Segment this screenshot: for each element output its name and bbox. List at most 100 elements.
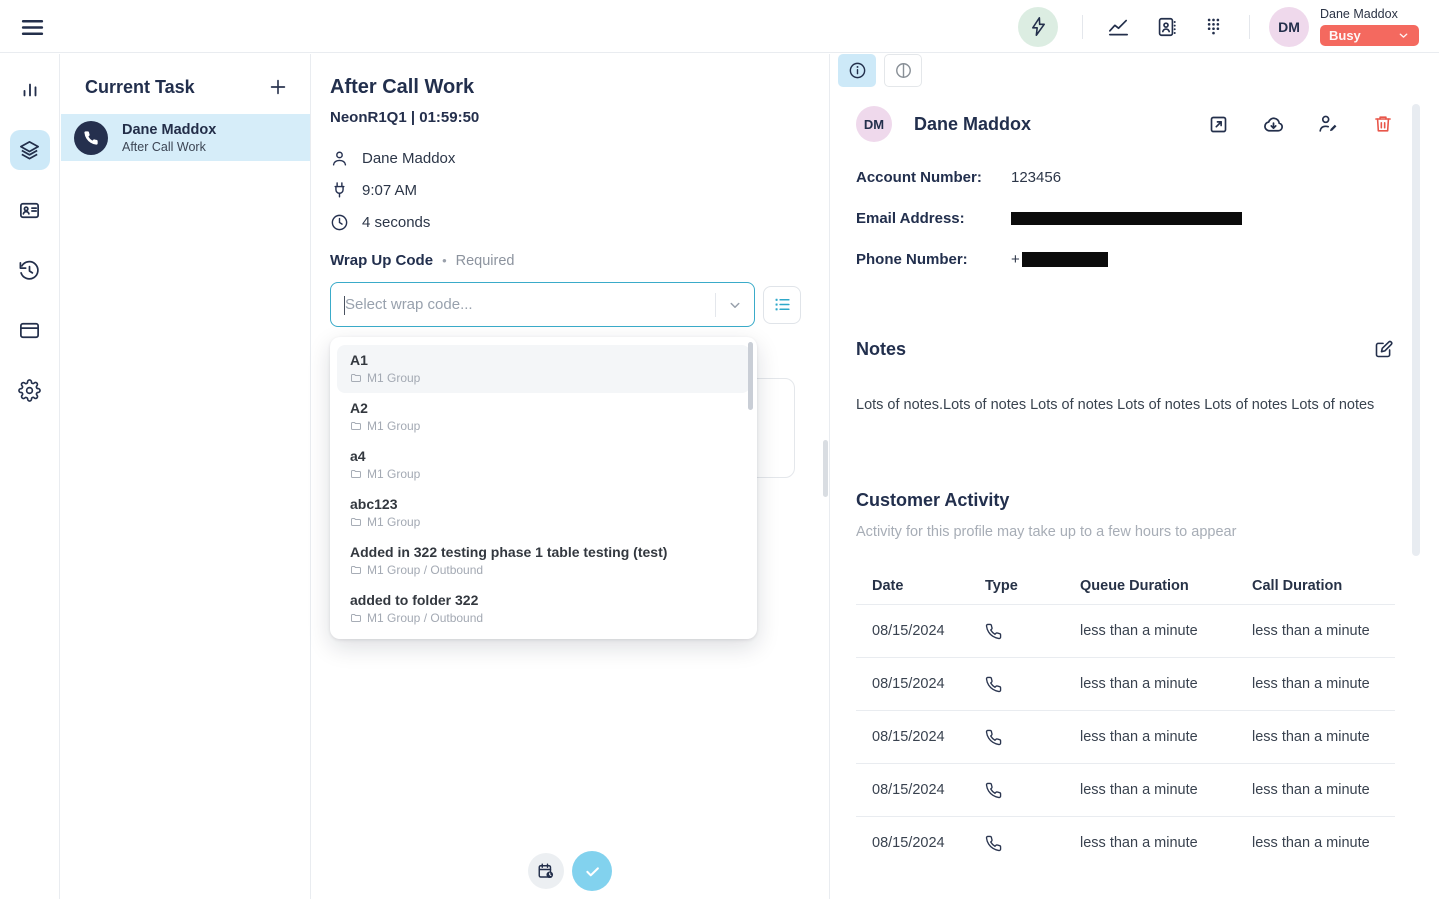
phone-icon — [985, 729, 1002, 746]
table-row[interactable]: 08/15/2024 less than a minute less than … — [856, 763, 1395, 816]
phone-icon — [985, 623, 1002, 640]
table-row[interactable]: 08/15/2024 less than a minute less than … — [856, 816, 1395, 869]
sidebar-item-dashboard[interactable] — [10, 70, 50, 110]
open-profile-button[interactable] — [1206, 112, 1230, 136]
phone-icon — [985, 835, 1002, 852]
lightning-icon — [1028, 16, 1049, 37]
edit-notes-button[interactable] — [1371, 337, 1395, 361]
user-avatar[interactable]: DM — [1269, 7, 1309, 47]
notes-text: Lots of notes.Lots of notes Lots of note… — [856, 395, 1395, 416]
wrap-code-list-button[interactable] — [763, 286, 801, 324]
contact-name: Dane Maddox — [914, 114, 1031, 135]
dialpad-button[interactable] — [1201, 15, 1225, 39]
split-circle-icon — [894, 61, 913, 80]
person-icon — [330, 149, 349, 168]
sidebar-item-browser[interactable] — [10, 310, 50, 350]
download-profile-button[interactable] — [1261, 112, 1285, 136]
window-icon — [18, 319, 41, 342]
profile-scrollbar[interactable] — [1412, 104, 1420, 556]
topbar-actions: DM Dane Maddox Busy — [1018, 0, 1419, 53]
separator: | — [411, 109, 415, 126]
start-time: 9:07 AM — [362, 182, 417, 199]
person-edit-icon — [1317, 113, 1339, 135]
customer-activity-title: Customer Activity — [856, 490, 1395, 511]
edit-contact-button[interactable] — [1316, 112, 1340, 136]
delete-contact-button[interactable] — [1371, 112, 1395, 136]
complete-task-button[interactable] — [572, 851, 612, 891]
phone-prefix: + — [1011, 251, 1020, 268]
wrap-code-option[interactable]: A1 M1 Group — [337, 345, 750, 393]
topbar: DM Dane Maddox Busy — [0, 0, 1439, 53]
wrap-code-input[interactable] — [331, 283, 715, 326]
contacts-directory-button[interactable] — [1154, 15, 1178, 39]
address-book-icon — [1155, 16, 1177, 38]
chevron-down-icon — [726, 296, 744, 314]
account-number-label: Account Number: — [856, 169, 1011, 186]
wrap-code-option[interactable]: added to folder 322 M1 Group / Outbound — [330, 585, 757, 633]
schedule-callback-button[interactable] — [528, 853, 564, 889]
panel-scrollbar[interactable] — [823, 440, 828, 497]
table-row[interactable]: 08/15/2024 less than a minute less than … — [856, 710, 1395, 763]
folder-icon — [350, 516, 362, 528]
gear-icon — [18, 379, 41, 402]
profile-tabs — [838, 54, 922, 87]
external-link-icon — [1208, 114, 1229, 135]
call-duration: 4 seconds — [362, 214, 430, 231]
text-caret — [344, 296, 345, 315]
select-chevron-button[interactable] — [716, 296, 754, 314]
hamburger-menu-button[interactable] — [18, 13, 46, 41]
info-icon — [848, 61, 867, 80]
status-dropdown[interactable]: Busy — [1320, 25, 1419, 46]
table-row[interactable]: 08/15/2024 less than a minute less than … — [856, 604, 1395, 657]
column-date: Date — [856, 578, 985, 594]
table-row[interactable]: 08/15/2024 less than a minute less than … — [856, 657, 1395, 710]
column-type: Type — [985, 578, 1080, 594]
contact-card-icon — [18, 199, 41, 222]
add-task-button[interactable] — [266, 75, 290, 99]
plug-icon — [330, 181, 349, 200]
notes-title: Notes — [856, 339, 906, 360]
tab-profile-compare[interactable] — [884, 54, 922, 87]
account-number-value: 123456 — [1011, 169, 1061, 186]
acw-footer — [311, 851, 829, 891]
folder-icon — [350, 372, 362, 384]
table-header-row: Date Type Queue Duration Call Duration — [856, 567, 1395, 604]
sidebar-item-settings[interactable] — [10, 370, 50, 410]
phone-number-row: Phone Number: + — [856, 251, 1395, 267]
redacted-email-value — [1011, 212, 1242, 225]
wrap-up-code-label: Wrap Up Code — [330, 252, 433, 269]
column-queue-duration: Queue Duration — [1080, 578, 1252, 594]
wrap-code-option[interactable]: a4 M1 Group — [330, 441, 757, 489]
wrap-code-option[interactable]: Added in 322 testing phase 1 table testi… — [330, 537, 757, 585]
current-task-panel: Current Task Dane Maddox After Call Work — [61, 54, 311, 899]
tab-profile-info[interactable] — [838, 54, 876, 87]
clock-icon — [330, 213, 349, 232]
sidebar-item-tasks[interactable] — [10, 130, 50, 170]
customer-activity-header: Customer Activity Activity for this prof… — [856, 490, 1395, 540]
cloud-download-icon — [1262, 113, 1285, 136]
task-list-item[interactable]: Dane Maddox After Call Work — [61, 114, 310, 161]
acw-queue-timer: NeonR1Q1 | 01:59:50 — [330, 109, 829, 126]
customer-profile-panel: DM Dane Maddox — [831, 54, 1439, 899]
analytics-button[interactable] — [1106, 15, 1130, 39]
task-panel-title: Current Task — [85, 77, 195, 98]
list-icon — [773, 295, 792, 314]
sidebar-item-history[interactable] — [10, 250, 50, 290]
phone-icon — [985, 782, 1002, 799]
line-chart-icon — [1107, 15, 1130, 38]
history-icon — [18, 259, 41, 282]
sidebar-item-contacts[interactable] — [10, 190, 50, 230]
pencil-square-icon — [1373, 339, 1394, 360]
wrap-code-option[interactable]: abc123 M1 Group — [330, 489, 757, 537]
plus-icon — [267, 76, 289, 98]
required-label: Required — [456, 253, 515, 269]
dropdown-scrollbar[interactable] — [748, 342, 753, 410]
wrap-code-option[interactable]: A2 M1 Group — [330, 393, 757, 441]
quick-connect-button[interactable] — [1018, 7, 1058, 47]
notes-section-header: Notes — [856, 337, 1395, 361]
calendar-clock-icon — [537, 862, 555, 880]
customer-activity-table: Date Type Queue Duration Call Duration 0… — [856, 567, 1395, 869]
wrap-code-select[interactable] — [330, 282, 755, 327]
layers-icon — [18, 139, 41, 162]
bar-chart-icon — [19, 79, 41, 101]
